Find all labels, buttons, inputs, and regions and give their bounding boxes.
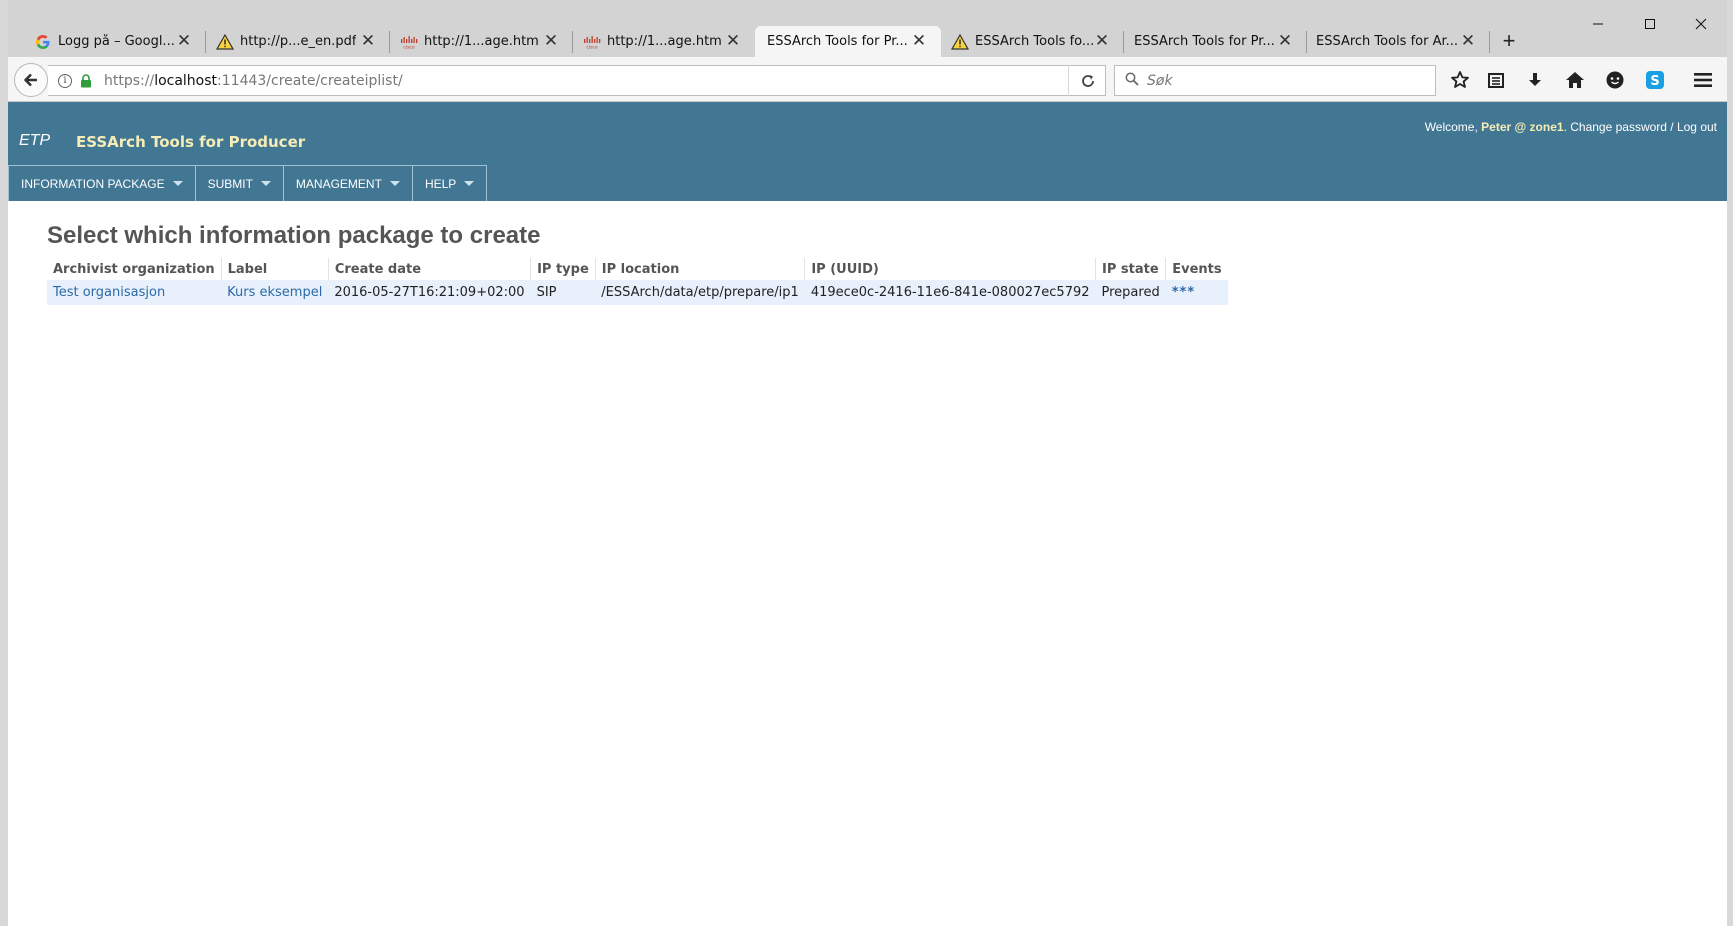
brand-title[interactable]: ESSArch Tools for Producer (76, 133, 305, 151)
cisco-icon: cisco (400, 33, 418, 51)
back-arrow-icon (24, 73, 37, 87)
caret-down-icon (260, 181, 271, 186)
ip-uuid-cell: 419ece0c-2416-11e6-841e-080027ec5792 (804, 280, 1096, 305)
browser-tab[interactable]: Logg på – Googl... ✕ (24, 26, 206, 57)
navigation-bar: i https://localhost:11443/create/createi… (0, 57, 1733, 102)
search-input[interactable]: Søk (1114, 65, 1436, 96)
tab-label: http://1...age.htm (424, 34, 539, 49)
lock-icon[interactable] (80, 73, 92, 88)
hello-chat-icon[interactable] (1603, 68, 1627, 92)
reading-list-icon[interactable] (1484, 68, 1508, 92)
account-links[interactable]: . Change password / Log out (1564, 120, 1717, 134)
tab-label: http://1...age.htm (607, 34, 722, 49)
browser-tab[interactable]: cisco http://1...age.htm ✕ (390, 26, 573, 57)
caret-down-icon (389, 181, 400, 186)
browser-tab-active[interactable]: ESSArch Tools for Pr... ✕ (755, 26, 941, 57)
maximize-icon[interactable] (1635, 10, 1665, 38)
reload-icon[interactable] (1068, 65, 1106, 96)
column-header[interactable]: Create date (328, 258, 532, 280)
ip-location-cell: /ESSArch/data/etp/prepare/ip1 (595, 280, 805, 305)
ip-type-cell: SIP (530, 280, 596, 305)
minimize-icon[interactable] (1583, 10, 1613, 38)
close-icon[interactable]: ✕ (1460, 33, 1476, 50)
close-icon[interactable]: ✕ (1094, 33, 1110, 50)
close-window-icon[interactable] (1686, 10, 1716, 38)
ip-state-cell: Prepared (1095, 280, 1166, 305)
app-header: ETP ESSArch Tools for Producer Welcome, … (8, 102, 1727, 201)
tab-label: ESSArch Tools for Pr... (767, 34, 908, 49)
table-header-row: Archivist organization Label Create date… (47, 258, 1228, 280)
menu-help[interactable]: HELP (412, 165, 488, 201)
browser-tab[interactable]: cisco http://1...age.htm ✕ (573, 26, 755, 57)
tab-label: ESSArch Tools for Ar... (1316, 34, 1459, 49)
info-icon[interactable]: i (58, 73, 72, 88)
browser-tab[interactable]: ESSArch Tools for Ar... ✕ (1307, 26, 1490, 57)
close-icon[interactable]: ✕ (1277, 33, 1293, 50)
events-link[interactable]: *** (1165, 280, 1228, 305)
close-icon[interactable]: ✕ (911, 33, 927, 50)
browser-tab[interactable]: ESSArch Tools fo... ✕ (941, 26, 1124, 57)
tab-label: ESSArch Tools for Pr... (1134, 34, 1275, 49)
home-icon[interactable] (1563, 68, 1587, 92)
menu-management[interactable]: MANAGEMENT (283, 165, 413, 201)
column-header[interactable]: Events (1166, 258, 1228, 280)
column-header[interactable]: Label (221, 258, 329, 280)
column-header[interactable]: Archivist organization (47, 258, 222, 280)
browser-tab[interactable]: http://p...e_en.pdf ✕ (206, 26, 390, 57)
warning-icon (951, 33, 969, 51)
close-icon[interactable]: ✕ (725, 33, 741, 50)
user-name: Peter @ zone1 (1481, 120, 1564, 134)
browser-tab[interactable]: ESSArch Tools for Pr... ✕ (1124, 26, 1307, 57)
skype-icon[interactable]: S (1643, 68, 1667, 92)
user-bar: Welcome, Peter @ zone1. Change password … (1424, 120, 1717, 134)
svg-text:cisco: cisco (403, 44, 415, 49)
url-bar[interactable]: i https://localhost:11443/create/createi… (48, 65, 1106, 96)
column-header[interactable]: IP (UUID) (804, 258, 1097, 280)
menu-information-package[interactable]: INFORMATION PACKAGE (8, 165, 196, 201)
back-button[interactable] (14, 63, 48, 97)
search-placeholder: Søk (1147, 72, 1173, 89)
svg-text:cisco: cisco (586, 44, 598, 49)
table-row[interactable]: Test organisasjon Kurs eksempel 2016-05-… (47, 280, 1228, 305)
tab-label: ESSArch Tools fo... (975, 34, 1095, 49)
bookmark-star-icon[interactable] (1448, 68, 1472, 92)
caret-down-icon (464, 181, 475, 186)
hamburger-menu-icon[interactable] (1691, 68, 1715, 92)
label-link[interactable]: Kurs eksempel (221, 280, 329, 305)
cisco-icon: cisco (583, 33, 601, 51)
brand-short: ETP (19, 132, 51, 149)
tab-label: Logg på – Googl... (58, 34, 175, 49)
svg-text:S: S (1650, 74, 1659, 89)
column-header[interactable]: IP state (1095, 258, 1167, 280)
google-icon (34, 33, 52, 51)
page-title: Select which information package to crea… (47, 222, 541, 249)
close-icon[interactable]: ✕ (543, 33, 559, 50)
warning-icon (216, 33, 234, 51)
search-icon (1125, 72, 1139, 89)
tab-strip: Logg på – Googl... ✕ http://p...e_en.pdf… (0, 0, 1733, 57)
tab-label: http://p...e_en.pdf (240, 34, 357, 49)
column-header[interactable]: IP type (530, 258, 596, 280)
new-tab-button[interactable]: + (1497, 30, 1521, 54)
close-icon[interactable]: ✕ (176, 33, 192, 50)
archivist-organization-link[interactable]: Test organisasjon (47, 280, 222, 305)
download-icon[interactable] (1523, 68, 1547, 92)
caret-down-icon (172, 181, 183, 186)
close-icon[interactable]: ✕ (360, 33, 376, 50)
menu-submit[interactable]: SUBMIT (195, 165, 284, 201)
create-date-cell: 2016-05-27T16:21:09+02:00 (328, 280, 531, 305)
main-menu: INFORMATION PACKAGE SUBMIT MANAGEMENT HE… (8, 165, 488, 201)
column-header[interactable]: IP location (595, 258, 806, 280)
url-text[interactable]: https://localhost:11443/create/createipl… (104, 73, 403, 89)
ip-table: Archivist organization Label Create date… (47, 258, 1228, 305)
